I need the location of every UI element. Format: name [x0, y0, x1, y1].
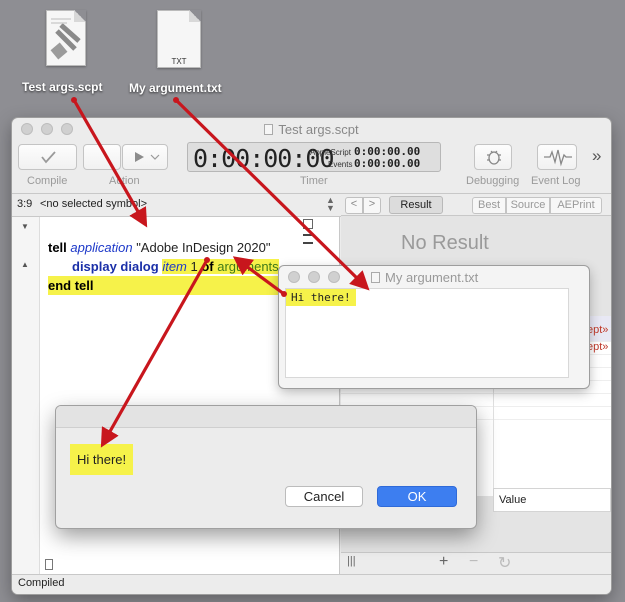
tab-aeprint[interactable]: AEPrint [550, 197, 602, 214]
document-text: Hi there! [286, 289, 356, 306]
text-document-content[interactable]: Hi there! [285, 288, 569, 378]
debugging-button[interactable] [474, 144, 512, 170]
document-icon [264, 124, 274, 135]
text-document-icon [371, 272, 380, 283]
symbol-selector[interactable]: <no selected symbol> [40, 198, 147, 210]
cursor-position: 3:9 [17, 198, 33, 210]
applescript-time-label: AppleScript [310, 148, 351, 157]
toolbar-overflow-icon[interactable]: » [592, 146, 601, 166]
text-file-desktop-icon[interactable]: TXT [153, 10, 205, 72]
timer-label: Timer [300, 175, 328, 187]
text-document-window: My argument.txt Hi there! [279, 266, 589, 388]
value-column-header[interactable]: Value [493, 488, 611, 512]
run-play-icon [135, 152, 160, 162]
remove-icon[interactable]: − [469, 553, 478, 571]
debugging-label: Debugging [466, 175, 520, 187]
events-time-label: Events [328, 160, 353, 169]
window-titlebar: Test args.scpt [12, 118, 611, 140]
back-arrow-icon[interactable]: < [345, 197, 363, 214]
no-result-text: No Result [401, 232, 489, 254]
run-button[interactable] [122, 144, 168, 170]
event-log-button[interactable] [537, 144, 577, 170]
dialog-titlebar [56, 406, 476, 428]
status-bar: Compiled [12, 574, 611, 594]
add-icon[interactable]: + [439, 553, 448, 571]
tab-best[interactable]: Best [472, 197, 506, 214]
partial-row-text-2: ept» [587, 341, 609, 353]
doc-close-button[interactable] [288, 271, 300, 283]
navigation-bar: 3:9 <no selected symbol> ▲ ▼ [12, 194, 340, 216]
waveform-icon [544, 149, 572, 167]
text-file-label: My argument.txt [129, 81, 222, 95]
compile-label: Compile [27, 175, 68, 187]
display-dialog: Hi there! Cancel OK [56, 406, 476, 528]
sidebar-toggle-icon[interactable]: ||| [347, 555, 356, 567]
events-time-value: 0:00:00.00 [354, 157, 421, 170]
fold-down-icon[interactable]: ▼ [21, 222, 29, 231]
record-button[interactable] [83, 144, 121, 170]
timer-display: 0:00:00:00 AppleScript 0:00:00.00 Events… [187, 142, 441, 173]
tab-source[interactable]: Source [506, 197, 550, 214]
dialog-message: Hi there! [70, 444, 134, 475]
compile-button[interactable] [18, 144, 77, 170]
script-file-label: Test args.scpt [22, 80, 103, 94]
result-button[interactable]: Result [389, 196, 443, 214]
ok-button[interactable]: OK [377, 486, 457, 507]
cancel-button[interactable]: Cancel [285, 486, 363, 507]
event-log-label: Event Log [531, 175, 581, 187]
window-title: Test args.scpt [12, 122, 611, 137]
doc-window-title: My argument.txt [371, 270, 478, 285]
line-gutter: ▼ ▲ [12, 217, 40, 574]
refresh-icon[interactable]: ↻ [498, 553, 511, 573]
code-line-1: tell application "Adobe InDesign 2020" [48, 240, 271, 255]
doc-minimize-button[interactable] [308, 271, 320, 283]
txt-badge: TXT [171, 57, 187, 66]
applescript-file-icon [46, 10, 86, 66]
partial-row-text-1: ept» [587, 324, 609, 336]
split-view-icon[interactable] [303, 219, 313, 229]
text-lines-icon [303, 234, 313, 244]
text-file-icon: TXT [157, 10, 201, 68]
result-bottom-bar: ||| + − ↻ [341, 552, 611, 574]
action-label: Action [109, 175, 140, 187]
fold-up-icon[interactable]: ▲ [21, 260, 29, 269]
doc-zoom-button[interactable] [328, 271, 340, 283]
bug-icon [487, 150, 501, 165]
forward-arrow-icon[interactable]: > [363, 197, 381, 214]
editor-scroll-bottom-icon[interactable] [45, 559, 53, 570]
checkmark-icon [41, 151, 56, 164]
symbol-selector-chevron-icon[interactable]: ▲ ▼ [326, 196, 335, 213]
script-file-desktop-icon[interactable] [40, 10, 92, 72]
